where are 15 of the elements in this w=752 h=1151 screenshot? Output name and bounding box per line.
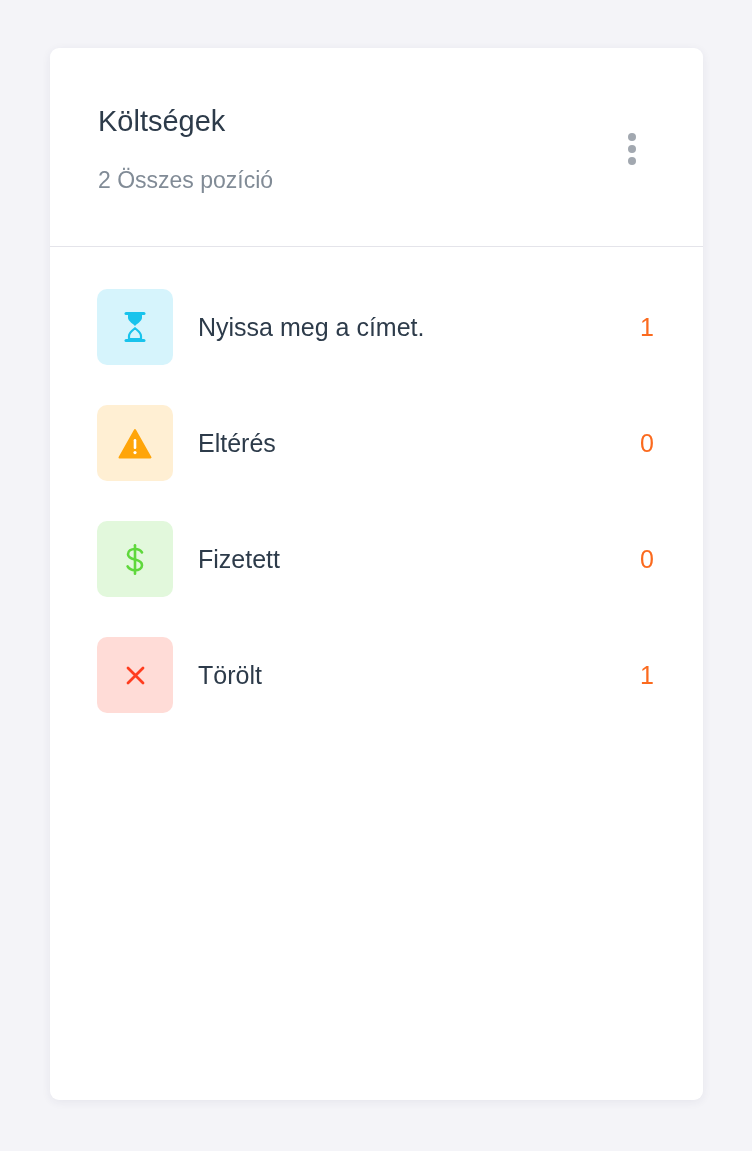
warning-icon (97, 405, 173, 481)
cross-icon (97, 637, 173, 713)
card-subtitle: 2 Összes pozíció (98, 166, 274, 194)
status-label: Fizetett (198, 544, 281, 574)
status-count: 0 (640, 544, 654, 574)
hourglass-icon (97, 289, 173, 365)
more-menu-icon[interactable] (628, 133, 636, 165)
status-label: Eltérés (198, 428, 277, 458)
status-label: Törölt (198, 660, 263, 690)
card-title: Költségek (98, 104, 227, 138)
status-count: 1 (640, 660, 654, 690)
status-count: 0 (640, 428, 654, 458)
status-count: 1 (640, 312, 654, 342)
dollar-icon (97, 521, 173, 597)
status-label: Nyissa meg a címet. (198, 312, 426, 342)
